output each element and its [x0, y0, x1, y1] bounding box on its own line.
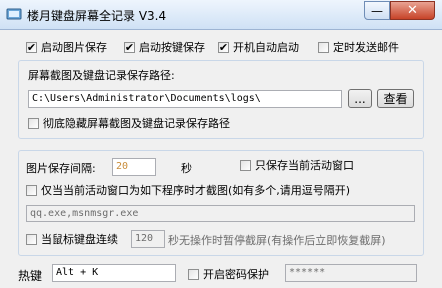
- save-path-label: 屏幕截图及键盘记录保存路径:: [28, 69, 175, 82]
- interval-unit: 秒: [181, 162, 192, 175]
- password-label: 开启密码保护: [203, 268, 269, 281]
- interval-label: 图片保存间隔:: [26, 162, 96, 175]
- program-list-input[interactable]: qq.exe,msnmsgr.exe: [26, 205, 415, 222]
- autostart-option[interactable]: ✔ 开机自动启动: [218, 39, 299, 55]
- checkmark-icon: ✔: [124, 40, 135, 54]
- window-title: 楼月键盘屏幕全记录 V3.4: [27, 9, 167, 23]
- idle-pause-option[interactable]: 当鼠标键盘连续: [26, 231, 118, 247]
- save-keys-label: 启动按键保存: [139, 41, 205, 54]
- checkmark-icon: ✔: [218, 40, 229, 54]
- hotkey-label: 热键: [18, 269, 43, 283]
- autostart-checkbox[interactable]: ✔: [218, 40, 229, 54]
- idle-suffix-label: 秒无操作时暂停截屏(有操作后立即恢复截屏): [168, 234, 386, 247]
- active-only-label: 只保存当前活动窗口: [255, 159, 354, 172]
- view-button[interactable]: 查看: [377, 89, 414, 108]
- interval-input[interactable]: 20: [112, 158, 156, 176]
- password-input[interactable]: ******: [285, 264, 417, 282]
- password-checkbox[interactable]: [188, 268, 199, 280]
- browse-button[interactable]: ...: [348, 89, 372, 108]
- autostart-label: 开机自动启动: [233, 41, 299, 54]
- program-only-option[interactable]: 仅当当前活动窗口为如下程序时才截图(如有多个,请用逗号隔开): [26, 182, 350, 198]
- timed-email-label: 定时发送邮件: [333, 41, 399, 54]
- idle-seconds-input[interactable]: 120: [131, 230, 165, 248]
- password-option[interactable]: 开启密码保护: [188, 266, 269, 282]
- checkmark-icon: ✔: [26, 40, 37, 54]
- close-icon: ✕: [407, 3, 418, 18]
- save-image-option[interactable]: ✔ 启动图片保存: [26, 39, 107, 55]
- close-button[interactable]: ✕: [390, 1, 435, 20]
- active-only-option[interactable]: 只保存当前活动窗口: [240, 157, 354, 173]
- program-only-label: 仅当当前活动窗口为如下程序时才截图(如有多个,请用逗号隔开): [41, 184, 351, 197]
- program-only-checkbox[interactable]: [26, 184, 37, 196]
- hotkey-input[interactable]: Alt + K: [52, 264, 176, 282]
- save-path-input[interactable]: C:\Users\Administrator\Documents\logs\: [28, 90, 342, 108]
- minimize-button[interactable]: —: [364, 1, 390, 20]
- hide-path-option[interactable]: 彻底隐藏屏幕截图及键盘记录保存路径: [28, 115, 230, 131]
- hide-path-checkbox[interactable]: [28, 117, 39, 129]
- save-keys-checkbox[interactable]: ✔: [124, 40, 135, 54]
- active-only-checkbox[interactable]: [240, 159, 251, 171]
- idle-pause-checkbox[interactable]: [26, 233, 37, 245]
- save-image-checkbox[interactable]: ✔: [26, 40, 37, 54]
- hide-path-label: 彻底隐藏屏幕截图及键盘记录保存路径: [43, 117, 230, 130]
- app-icon: [6, 8, 22, 20]
- title-bar: 楼月键盘屏幕全记录 V3.4 — ✕: [0, 0, 442, 30]
- idle-pause-label: 当鼠标键盘连续: [41, 233, 118, 246]
- save-keys-option[interactable]: ✔ 启动按键保存: [124, 39, 205, 55]
- save-image-label: 启动图片保存: [41, 41, 107, 54]
- minimize-icon: —: [371, 3, 383, 18]
- timed-email-option[interactable]: 定时发送邮件: [318, 39, 399, 55]
- timed-email-checkbox[interactable]: [318, 41, 329, 53]
